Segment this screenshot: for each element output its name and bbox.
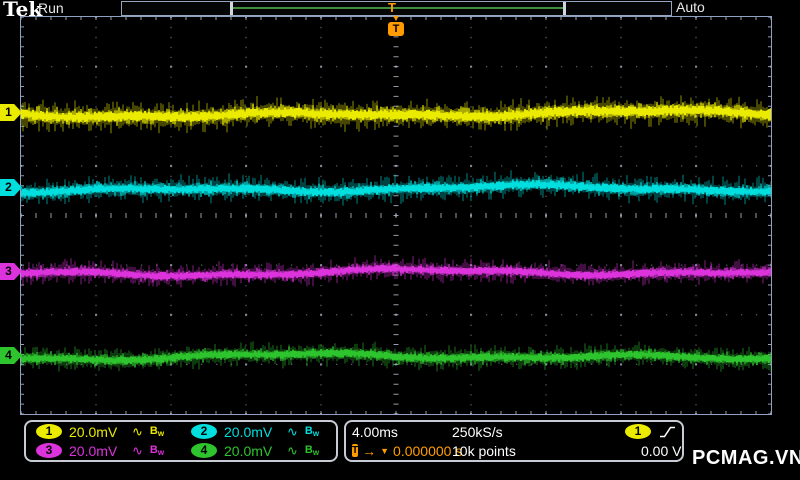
ch3-readout: 3 20.0mV ∿ Bw xyxy=(26,443,181,459)
oscilloscope-screen: Tek Run T Auto ▼ T 1 2 3 4 1 20.0mV ∿ Bw… xyxy=(0,0,800,480)
time-scale-readout: 4.00ms xyxy=(352,424,452,440)
watermark: PCMAG.VN xyxy=(692,447,800,470)
channel-readouts: 1 20.0mV ∿ Bw 2 20.0mV ∿ Bw 3 20.0mV ∿ B… xyxy=(24,420,338,462)
sample-rate-readout: 250kS/s xyxy=(452,424,597,440)
arrow-right-icon: → xyxy=(362,443,376,459)
trigger-position-flag: ▼ T xyxy=(386,14,406,36)
bandwidth-limit-icon: Bw xyxy=(150,444,164,457)
ch1-position-marker: 1 xyxy=(0,104,22,121)
bandwidth-limit-icon: Bw xyxy=(305,425,319,438)
ch3-scale: 20.0mV xyxy=(69,443,121,459)
window-start-bracket xyxy=(230,2,233,15)
acquisition-status: Run xyxy=(38,0,64,16)
sine-coupling-icon: ∿ xyxy=(132,443,143,459)
ch1-marker-label: 1 xyxy=(5,105,12,119)
trigger-source-readout: 1 xyxy=(597,424,681,439)
ch3-position-marker: 3 xyxy=(0,263,22,280)
sine-coupling-icon: ∿ xyxy=(287,424,298,440)
ch2-position-marker: 2 xyxy=(0,179,22,196)
waveform-display xyxy=(21,17,771,414)
ch4-position-marker: 4 xyxy=(0,347,22,364)
ch2-marker-label: 2 xyxy=(5,180,12,194)
horizontal-trigger-readouts: 4.00ms 250kS/s 1 T→▼0.000000 s 10k point… xyxy=(344,420,684,462)
record-length-readout: 10k points xyxy=(452,443,597,459)
sine-coupling-icon: ∿ xyxy=(287,443,298,459)
trigger-level-readout: 0.00 V xyxy=(597,443,681,459)
bandwidth-limit-icon: Bw xyxy=(150,425,164,438)
arrow-down-icon: ▼ xyxy=(392,14,401,22)
ch2-scale: 20.0mV xyxy=(224,424,276,440)
ch4-readout: 4 20.0mV ∿ Bw xyxy=(181,443,336,459)
ch1-readout: 1 20.0mV ∿ Bw xyxy=(26,424,181,440)
ch1-scale: 20.0mV xyxy=(69,424,121,440)
record-window-segment xyxy=(232,7,565,9)
bandwidth-limit-icon: Bw xyxy=(305,444,319,457)
ch4-marker-label: 4 xyxy=(5,348,12,362)
sine-coupling-icon: ∿ xyxy=(132,424,143,440)
rising-edge-icon xyxy=(659,425,676,439)
ch4-badge: 4 xyxy=(191,443,217,458)
ch2-readout: 2 20.0mV ∿ Bw xyxy=(181,424,336,440)
trigger-position-readout: T→▼0.000000 s xyxy=(352,443,452,459)
ch3-marker-label: 3 xyxy=(5,264,12,278)
ch1-badge: 1 xyxy=(36,424,62,439)
ch3-badge: 3 xyxy=(36,443,62,458)
ch2-badge: 2 xyxy=(191,424,217,439)
trigger-t-icon: T xyxy=(352,444,358,457)
trigger-source-badge: 1 xyxy=(625,424,651,439)
trigger-mode-label: Auto xyxy=(676,0,705,15)
window-end-bracket xyxy=(563,2,566,15)
graticule xyxy=(20,16,772,415)
arrow-down-icon: ▼ xyxy=(380,446,389,456)
ch4-scale: 20.0mV xyxy=(224,443,276,459)
trigger-t-icon: T xyxy=(388,22,404,36)
